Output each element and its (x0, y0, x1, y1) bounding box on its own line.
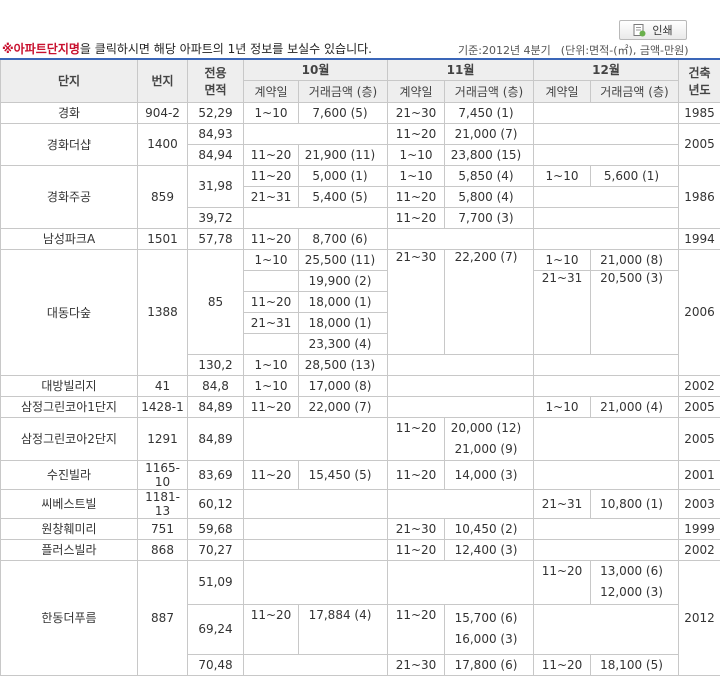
print-icon (633, 24, 646, 37)
complex-name-link[interactable]: 삼정그린코아2단지 (1, 417, 138, 460)
print-button[interactable]: 인쇄 (619, 20, 687, 40)
table-row: 경화 904-2 52,29 1~10 7,600 (5) 21~30 7,45… (1, 102, 720, 123)
col-lot: 번지 (138, 59, 188, 102)
basis-info: 기준:2012년 4분기 (단위:면적-(㎡), 금액-만원) (458, 42, 689, 58)
complex-name-link[interactable]: 수진빌라 (1, 460, 138, 489)
print-label: 인쇄 (652, 22, 672, 38)
complex-name-link[interactable]: 대동다숲 (1, 249, 138, 375)
top-bar: 인쇄 ※아파트단지명을 클릭하시면 해당 아파트의 1년 정보를 보실수 있습니… (0, 0, 720, 60)
complex-name-link[interactable]: 삼정그린코아1단지 (1, 396, 138, 417)
complex-name-link[interactable]: 한동더푸름 (1, 560, 138, 675)
complex-name-link[interactable]: 씨베스트빌 (1, 489, 138, 518)
col-month-11: 11월 (388, 59, 534, 80)
table-row: 삼정그린코아1단지 1428-1 84,89 11~20 22,000 (7) … (1, 396, 720, 417)
complex-name-link[interactable]: 대방빌리지 (1, 375, 138, 396)
complex-name-link[interactable]: 원창훼미리 (1, 518, 138, 539)
table-row: 플러스빌라 868 70,27 11~20 12,400 (3) 2002 (1, 539, 720, 560)
complex-name-link[interactable]: 경화더샵 (1, 123, 138, 165)
col-contract-day-11: 계약일 (388, 80, 445, 102)
col-area: 전용면적 (188, 59, 244, 102)
col-amount-12: 거래금액 (층) (591, 80, 679, 102)
complex-name-link-hint: 아파트단지명 (14, 42, 80, 56)
col-month-10: 10월 (244, 59, 388, 80)
table-row: 원창훼미리 751 59,68 21~30 10,450 (2) 1999 (1, 518, 720, 539)
col-month-12: 12월 (534, 59, 679, 80)
complex-name-link[interactable]: 플러스빌라 (1, 539, 138, 560)
unit-info: (단위:면적-(㎡), 금액-만원) (561, 44, 689, 57)
col-amount-10: 거래금액 (층) (299, 80, 388, 102)
col-amount-11: 거래금액 (층) (445, 80, 534, 102)
table-row: 경화주공 859 31,98 11~20 5,000 (1) 1~10 5,85… (1, 165, 720, 186)
complex-name-link[interactable]: 경화 (1, 102, 138, 123)
col-contract-day-10: 계약일 (244, 80, 299, 102)
notice-text: ※아파트단지명을 클릭하시면 해당 아파트의 1년 정보를 보실수 있습니다. (2, 40, 372, 57)
table-row: 남성파크A 1501 57,78 11~20 8,700 (6) 1994 (1, 228, 720, 249)
transaction-table: 단지 번지 전용면적 10월 11월 12월 건축년도 계약일 거래금액 (층)… (0, 58, 720, 676)
table-row: 경화더샵 1400 84,93 11~20 21,000 (7) 2005 (1, 123, 720, 144)
table-row: 수진빌라 1165-10 83,69 11~20 15,450 (5) 11~2… (1, 460, 720, 489)
notice-body: 을 클릭하시면 해당 아파트의 1년 정보를 보실수 있습니다. (80, 42, 372, 56)
table-row: 한동더푸름 887 51,09 11~20 13,000 (6)12,000 (… (1, 560, 720, 604)
complex-name-link[interactable]: 남성파크A (1, 228, 138, 249)
notice-mark: ※ (2, 42, 14, 56)
table-row: 대동다숲 1388 85 1~10 25,500 (11) 21~30 22,2… (1, 249, 720, 270)
table-row: 삼정그린코아2단지 1291 84,89 11~20 20,000 (12)21… (1, 417, 720, 460)
col-contract-day-12: 계약일 (534, 80, 591, 102)
table-row: 대방빌리지 41 84,8 1~10 17,000 (8) 2002 (1, 375, 720, 396)
basis-period: 기준:2012년 4분기 (458, 44, 551, 57)
col-complex: 단지 (1, 59, 138, 102)
table-row: 씨베스트빌 1181-13 60,12 21~31 10,800 (1) 200… (1, 489, 720, 518)
col-build-year: 건축년도 (679, 59, 720, 102)
complex-name-link[interactable]: 경화주공 (1, 165, 138, 228)
